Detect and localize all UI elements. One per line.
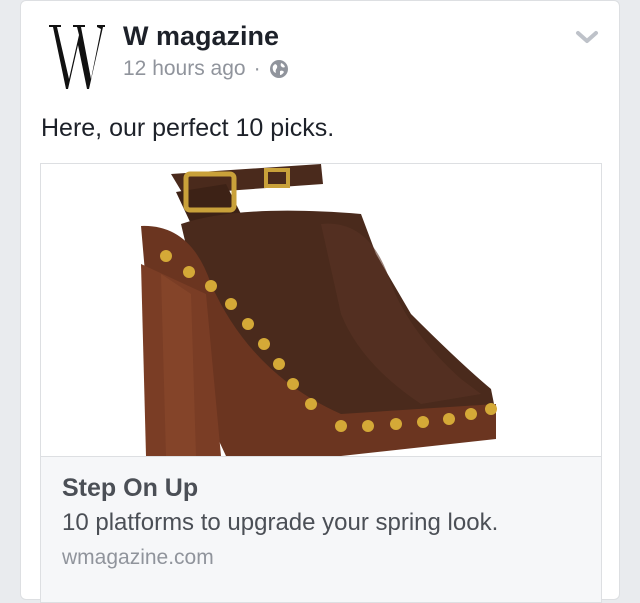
link-domain: wmagazine.com: [62, 546, 214, 569]
link-title[interactable]: Step On Up: [62, 474, 198, 503]
link-description: 10 platforms to upgrade your spring look…: [62, 509, 499, 536]
w-magazine-logo[interactable]: [47, 21, 105, 91]
post-timestamp[interactable]: 12 hours ago: [123, 57, 246, 81]
globe-icon: [269, 60, 288, 78]
meta-separator: ·: [253, 57, 261, 80]
post-text: Here, our perfect 10 picks.: [41, 114, 335, 142]
brown-platform-shoe-image[interactable]: [41, 164, 601, 457]
chevron-down-icon[interactable]: [575, 29, 599, 47]
page-name[interactable]: W magazine: [123, 21, 279, 52]
link-preview[interactable]: Step On Up 10 platforms to upgrade your …: [40, 163, 602, 603]
post-card: W magazine 12 hours ago · Here, our perf…: [20, 0, 620, 603]
post-meta: 12 hours ago ·: [123, 57, 289, 81]
